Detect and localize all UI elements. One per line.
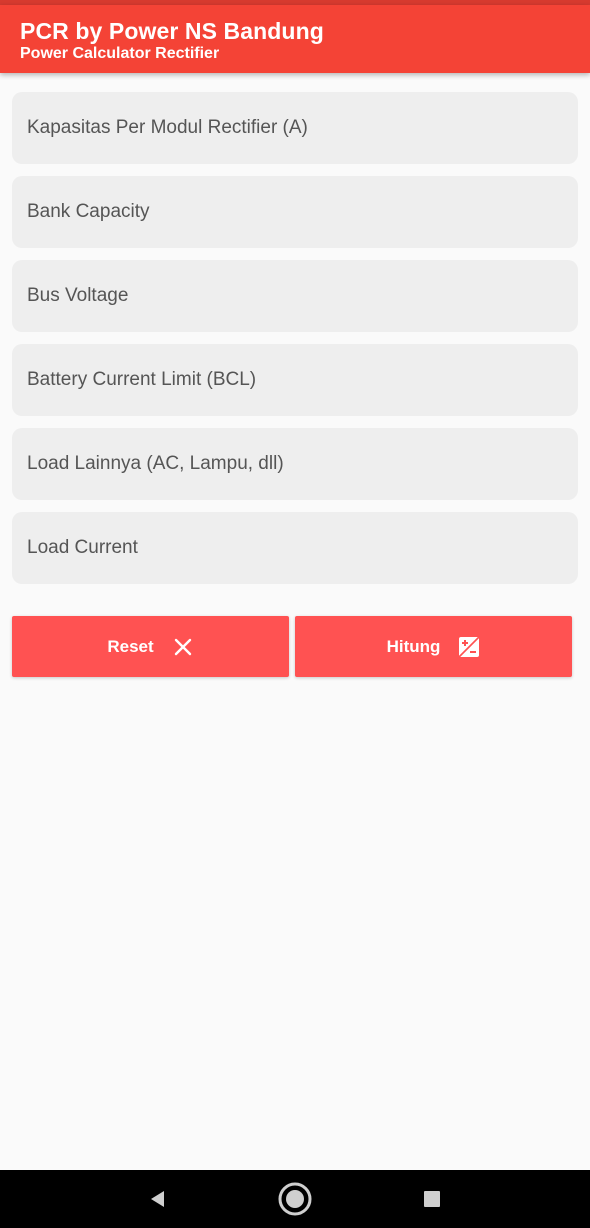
app-title: PCR by Power NS Bandung [20, 18, 324, 44]
calculate-icon [458, 635, 480, 658]
calculate-button-label: Hitung [386, 636, 441, 656]
back-triangle-icon[interactable] [138, 1179, 178, 1219]
system-navigation-bar [0, 1170, 590, 1228]
battery-current-limit-field-container [12, 344, 578, 416]
rectifier-capacity-field-container [12, 92, 578, 164]
reset-button-label: Reset [107, 636, 154, 656]
rectifier-capacity-input[interactable] [27, 92, 563, 164]
other-load-field-container [12, 428, 578, 500]
app-subtitle: Power Calculator Rectifier [20, 45, 220, 62]
calculate-button[interactable]: Hitung [295, 616, 572, 677]
bus-voltage-input[interactable] [27, 260, 563, 332]
bus-voltage-field-container [12, 260, 578, 332]
input-form [12, 92, 578, 596]
battery-current-limit-input[interactable] [27, 344, 563, 416]
bank-capacity-field-container [12, 176, 578, 248]
load-current-field-container [12, 512, 578, 584]
action-buttons: Reset Hitung [12, 616, 572, 677]
reset-button[interactable]: Reset [12, 616, 289, 677]
app-bar: PCR by Power NS Bandung Power Calculator… [0, 5, 590, 73]
load-current-input[interactable] [27, 512, 563, 584]
close-icon [172, 636, 194, 658]
home-circle-icon[interactable] [275, 1179, 315, 1219]
bank-capacity-input[interactable] [27, 176, 563, 248]
other-load-input[interactable] [27, 428, 563, 500]
recents-square-icon[interactable] [412, 1179, 452, 1219]
